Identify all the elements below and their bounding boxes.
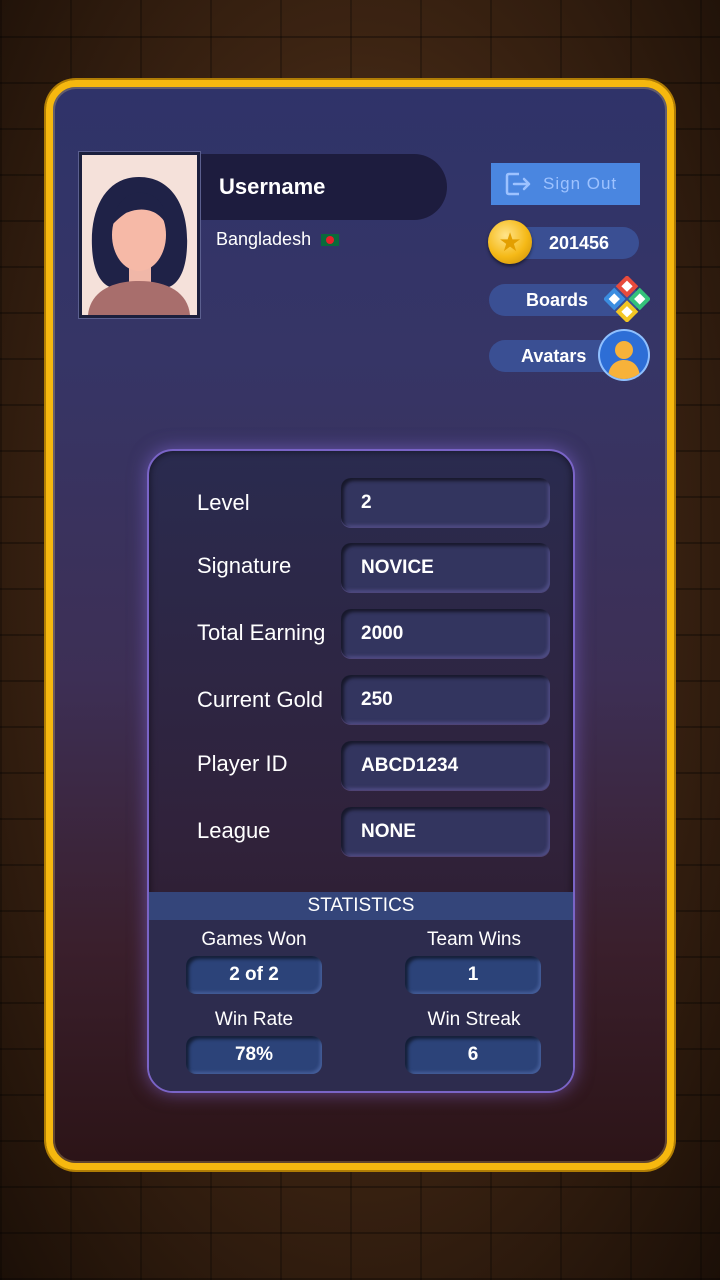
- country: Bangladesh: [216, 229, 340, 250]
- team-wins-label: Team Wins: [427, 929, 521, 950]
- avatar-person-icon: [600, 331, 648, 379]
- team-wins-value: 1: [405, 956, 541, 994]
- username: Username: [219, 174, 326, 199]
- boards-label: Boards: [526, 289, 589, 310]
- signature-value: NOVICE: [341, 543, 550, 592]
- win-rate-label: Win Rate: [214, 1009, 294, 1030]
- player-id-label: Player ID: [197, 751, 288, 776]
- total-earning-label: Total Earning: [197, 620, 326, 645]
- league-label: League: [197, 818, 271, 843]
- coin-amount: 201456: [549, 232, 610, 253]
- coin-icon: ★: [488, 220, 532, 264]
- country-name: Bangladesh: [216, 229, 312, 249]
- games-won-label: Games Won: [201, 929, 307, 950]
- games-won-value: 2 of 2: [186, 956, 322, 994]
- current-gold-value: 250: [341, 675, 550, 724]
- sign-out-icon: [505, 172, 531, 196]
- win-streak-value: 6: [405, 1036, 541, 1074]
- win-streak-label: Win Streak: [427, 1009, 521, 1030]
- win-rate-value: 78%: [186, 1036, 322, 1074]
- ludo-board-icon: [604, 276, 650, 322]
- player-id-value: ABCD1234: [341, 741, 550, 790]
- player-details-panel: Level 2 Signature NOVICE Total Earning 2…: [147, 449, 575, 1093]
- avatar[interactable]: [79, 152, 200, 318]
- statistics-header: STATISTICS: [149, 892, 573, 920]
- bangladesh-flag-icon: [321, 233, 340, 246]
- level-label: Level: [197, 490, 250, 515]
- current-gold-label: Current Gold: [197, 687, 323, 712]
- level-value: 2: [341, 478, 550, 527]
- sign-out-button[interactable]: Sign Out: [491, 163, 640, 205]
- signature-label: Signature: [197, 553, 292, 578]
- total-earning-value: 2000: [341, 609, 550, 658]
- sign-out-label: Sign Out: [543, 174, 618, 193]
- default-avatar-icon: [82, 155, 197, 315]
- avatars-label: Avatars: [521, 345, 587, 366]
- league-value: NONE: [341, 807, 550, 856]
